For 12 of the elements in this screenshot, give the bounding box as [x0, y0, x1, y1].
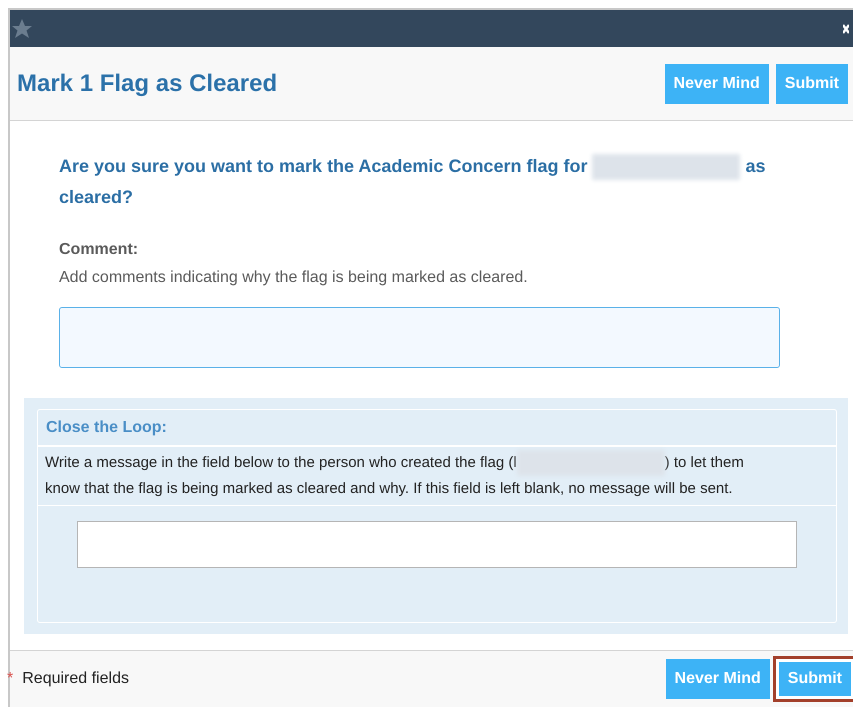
never-mind-button[interactable]: Never Mind — [664, 64, 769, 104]
close-the-loop-message: Write a message in the field below to the person who created the flag (l ) to let them know that the flag is being marked as cleared and why. If this field is left blank, no message will be sent. — [38, 447, 836, 506]
never-mind-button[interactable]: Never Mind — [666, 659, 770, 699]
comment-label: Comment: — [59, 240, 140, 260]
submit-button[interactable]: Submit — [772, 656, 853, 702]
section-title: Close the Loop: — [38, 410, 836, 447]
submit-button[interactable]: Submit — [776, 64, 848, 104]
required-fields-note: Required fields — [22, 669, 129, 689]
comment-hint: Add comments indicating why the flag is being marked as cleared. — [59, 268, 529, 288]
required-asterisk: * — [7, 669, 14, 689]
dialog-title: Mark 1 Flag as Cleared — [17, 68, 278, 98]
confirmation-question: Are you sure you want to mark the Academic Concern flag for as cleared? — [59, 153, 766, 209]
